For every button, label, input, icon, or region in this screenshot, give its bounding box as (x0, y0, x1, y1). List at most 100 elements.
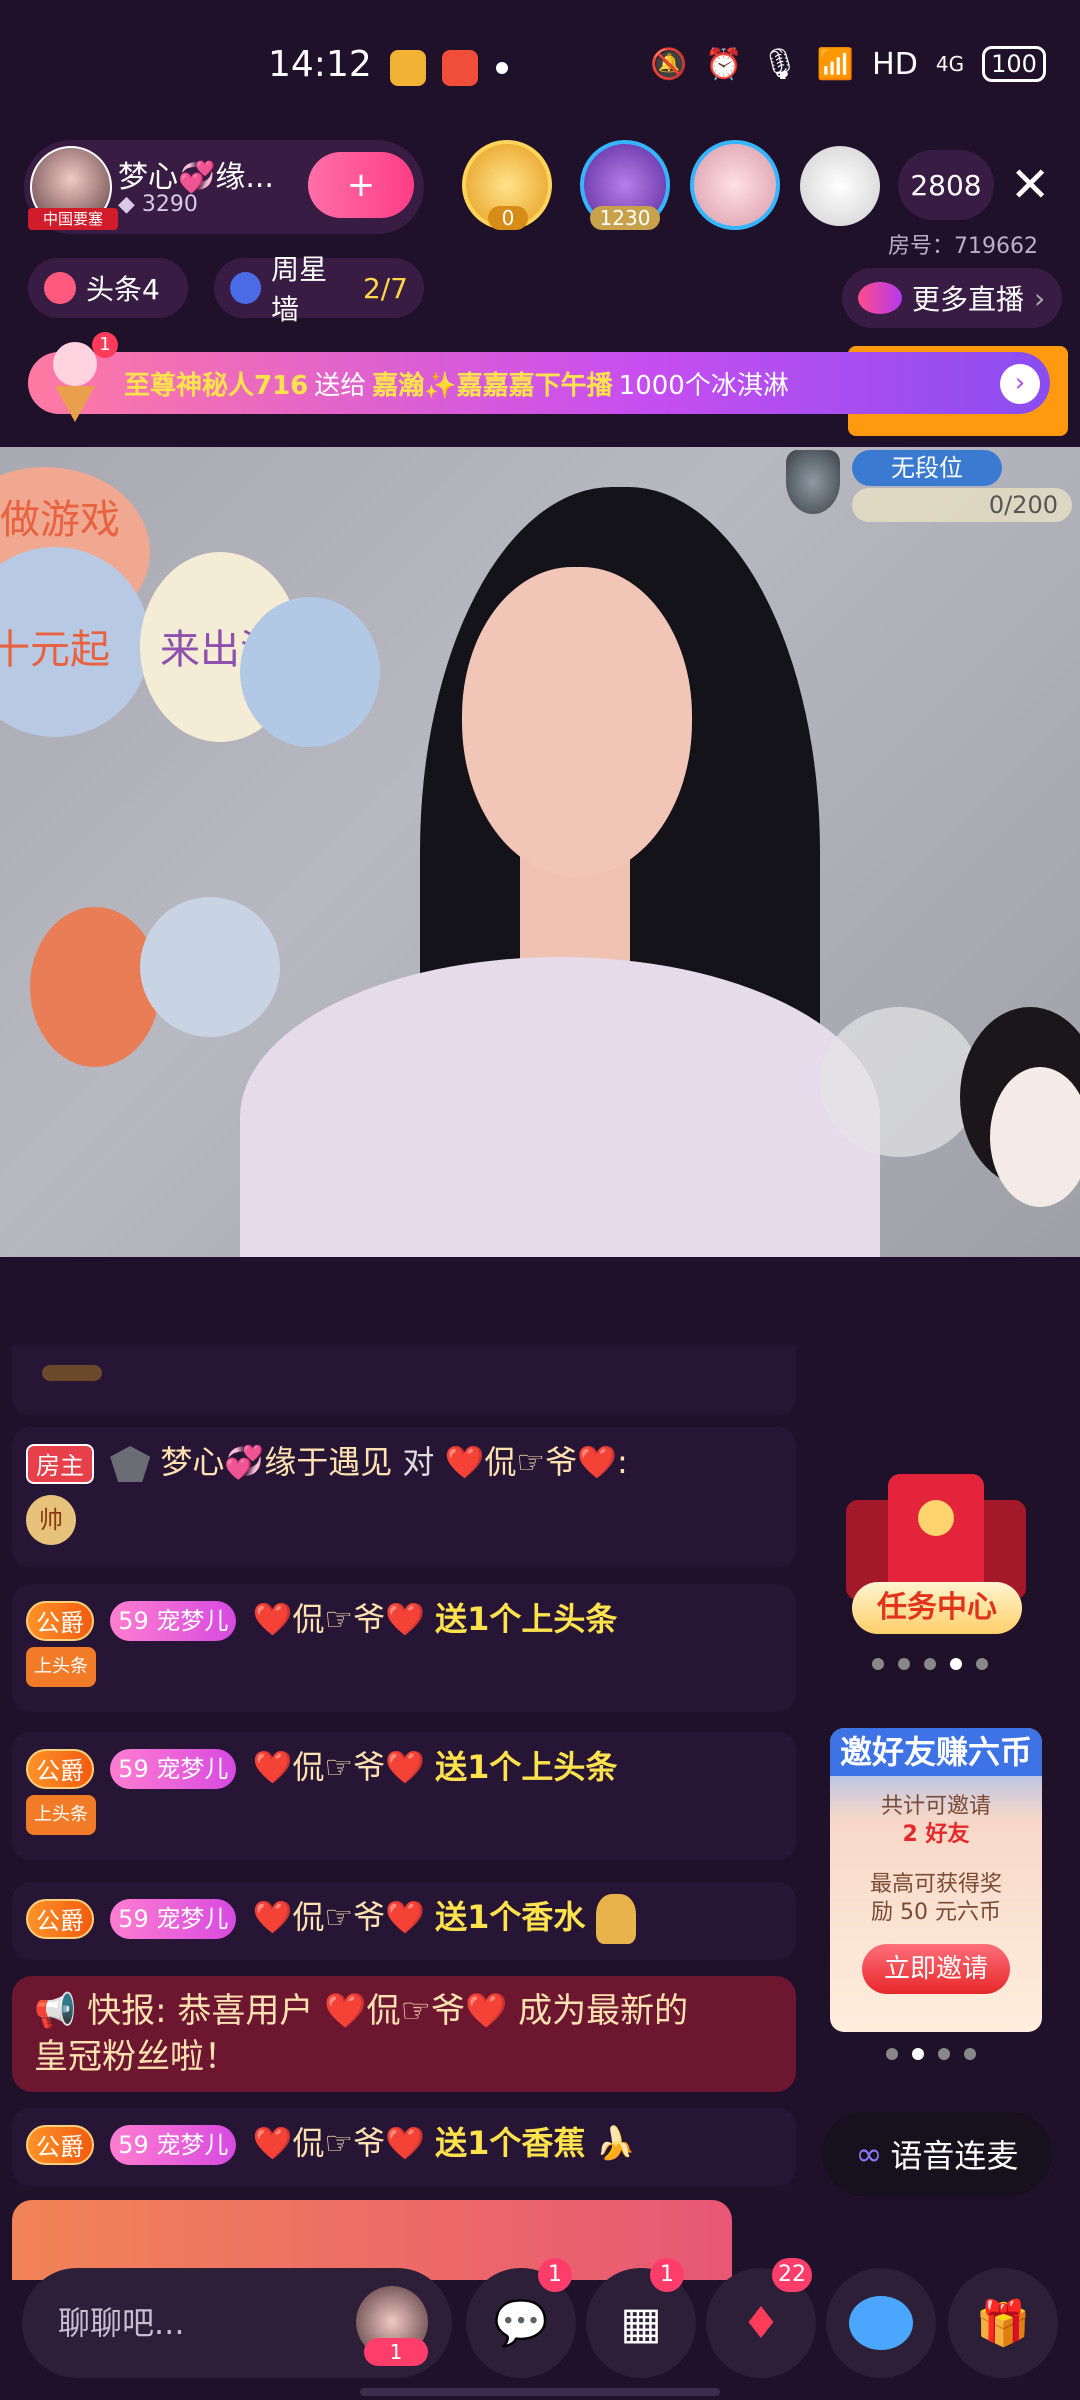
task-center-button[interactable]: 任务中心 (852, 1582, 1022, 1634)
dot (886, 2048, 898, 2060)
rank-value-2: 1230 (590, 206, 660, 230)
chat-message[interactable]: 公爵 59 宠梦儿 ❤️侃☞爷❤️ 送1个香水 (12, 1882, 796, 1960)
close-icon[interactable]: ✕ (1010, 160, 1050, 210)
star-icon (230, 272, 262, 304)
streamer-body (240, 957, 880, 1257)
chat-sender[interactable]: ❤️侃☞爷❤️ (253, 1748, 425, 1786)
chat-message[interactable]: 公爵 59 宠梦儿 ❤️侃☞爷❤️ 送1个上头条 上头条 (12, 1732, 796, 1860)
fan-name: 宠梦儿 (156, 1607, 229, 1635)
flame-icon (44, 272, 76, 304)
balloon (140, 897, 280, 1037)
avatar-badge: 1 (364, 2338, 428, 2366)
invite-carousel-dots (886, 2048, 976, 2060)
balloon (30, 907, 160, 1067)
news-flash[interactable]: 📢 快报: 恭喜用户 ❤️侃☞爷❤️ 成为最新的 皇冠粉丝啦！ (12, 1976, 796, 2092)
gift-button[interactable]: 🎁 (948, 2268, 1058, 2378)
chat-message[interactable]: 房主 梦心💞缘于遇见 对 ❤️侃☞爷❤️: 帅 (12, 1427, 796, 1567)
plush-toy-face (990, 1067, 1080, 1207)
mic-icon: 🎙 (760, 46, 799, 82)
chat-verb: 对 (402, 1443, 435, 1481)
balloon (240, 597, 380, 747)
cup (820, 1007, 980, 1157)
invite-line-1: 共计可邀请 (880, 1794, 991, 1819)
fan-name: 宠梦儿 (156, 1755, 229, 1783)
chat-message[interactable]: 公爵 59 宠梦儿 ❤️侃☞爷❤️ 送1个香蕉 🍌 (12, 2108, 796, 2186)
notification-app-icon (390, 50, 426, 86)
headline-label: 头条4 (86, 273, 160, 306)
gift-text: 送1个香蕉 (435, 2124, 586, 2162)
chevron-right-icon[interactable]: › (1000, 364, 1040, 404)
host-name: 梦心💞缘... (118, 160, 274, 195)
marquee-verb: 送给 (314, 370, 367, 401)
news-line-1: 📢 快报: 恭喜用户 ❤️侃☞爷❤️ 成为最新的 (34, 1988, 774, 2034)
invite-now-button[interactable]: 立即邀请 (862, 1944, 1010, 1994)
host-score: ◆ 3290 (118, 192, 198, 217)
task-carousel-dots (872, 1658, 988, 1670)
chat-target[interactable]: ❤️侃☞爷❤️: (445, 1443, 628, 1481)
live-icon (858, 282, 902, 314)
gift-icon: 🎁 (975, 2298, 1031, 2349)
chat-sender[interactable]: 梦心💞缘于遇见 (160, 1443, 392, 1481)
weekly-star-value: 2/7 (362, 271, 408, 305)
chat-sender[interactable]: ❤️侃☞爷❤️ (253, 2124, 425, 2162)
fan-chip: 59 宠梦儿 (110, 1899, 237, 1939)
rank-label[interactable]: 无段位 (852, 450, 1002, 486)
gift-marquee[interactable]: 至尊神秘人716 送给 嘉瀚✨嘉嘉嘉下午播 1000个冰淇淋 (28, 352, 1050, 414)
duke-chip: 公爵 (26, 2125, 94, 2165)
message-icon: 💬 (493, 2298, 549, 2349)
home-indicator[interactable] (360, 2388, 720, 2396)
marquee-receiver: 嘉瀚✨嘉嘉嘉下午播 (372, 370, 613, 401)
chat-sender[interactable]: ❤️侃☞爷❤️ (253, 1600, 425, 1638)
host-banner: 中国要塞 (28, 208, 118, 230)
dot-active (912, 2048, 924, 2060)
chevron-right-icon: › (1034, 281, 1046, 315)
rank-avatar-3[interactable] (690, 140, 780, 230)
game-button[interactable] (826, 2268, 936, 2378)
grid-icon: ▦ (620, 2297, 662, 2349)
headline-chip: 上头条 (26, 1647, 96, 1687)
status-icons: 🔕 ⏰ 🎙 📶 HD 4G 100 (650, 46, 1046, 82)
streamer-face (462, 567, 692, 877)
invite-line-4: 励 50 元六币 (871, 1900, 1001, 1925)
headline-tag[interactable]: 头条4 (28, 258, 188, 318)
hd-label: HD (872, 46, 918, 82)
dot (924, 1658, 936, 1670)
voice-link-button[interactable]: ∞ 语音连麦 (822, 2112, 1052, 2196)
follow-button[interactable]: + (308, 152, 414, 218)
fan-chip: 59 宠梦儿 (110, 2125, 237, 2165)
dot (872, 1658, 884, 1670)
gift-text: 送1个上头条 (435, 1748, 618, 1786)
news-text-1: 快报: 恭喜用户 ❤️侃☞爷❤️ 成为最新的 (87, 1991, 689, 2031)
weekly-star-tag[interactable]: 周星墙 2/7 (214, 253, 424, 326)
fan-level: 59 (118, 2131, 149, 2159)
notification-dot-icon (496, 62, 508, 74)
status-time: 14:12 (268, 44, 372, 85)
more-live-label: 更多直播 (912, 283, 1025, 316)
megaphone-icon: 📢 (34, 1991, 88, 2031)
gift-icon (42, 1365, 102, 1381)
more-live-button[interactable]: 更多直播 › (842, 268, 1062, 328)
fan-chip: 59 宠梦儿 (110, 1749, 237, 1789)
wifi-icon: 📶 (816, 46, 855, 82)
fan-name: 宠梦儿 (156, 1905, 229, 1933)
live-video[interactable]: 做游戏 十元起 来出活 (0, 447, 1080, 1257)
perfume-icon (595, 1894, 636, 1944)
chat-sender[interactable]: ❤️侃☞爷❤️ (253, 1898, 425, 1936)
fan-chip: 59 宠梦儿 (110, 1601, 237, 1641)
rank-shield-icon[interactable] (786, 450, 840, 514)
host-chip: 房主 (26, 1444, 94, 1484)
rank-avatar-4[interactable] (800, 146, 880, 226)
duke-chip: 公爵 (26, 1601, 94, 1641)
signal-label: 4G (935, 52, 965, 76)
balloon-text-2: 十元起 (0, 627, 110, 673)
fan-level: 59 (118, 1755, 149, 1783)
chat-message-partial (12, 1345, 796, 1415)
dot (964, 2048, 976, 2060)
rank-emblem-icon (110, 1446, 151, 1482)
envelope-seal-icon (918, 1500, 954, 1536)
battery-icon: 100 (982, 46, 1046, 82)
viewer-count[interactable]: 2808 (898, 150, 994, 220)
game-controller-icon (849, 2296, 913, 2350)
chat-message[interactable]: 公爵 59 宠梦儿 ❤️侃☞爷❤️ 送1个上头条 上头条 (12, 1584, 796, 1712)
link-icon: ∞ (855, 2135, 883, 2173)
